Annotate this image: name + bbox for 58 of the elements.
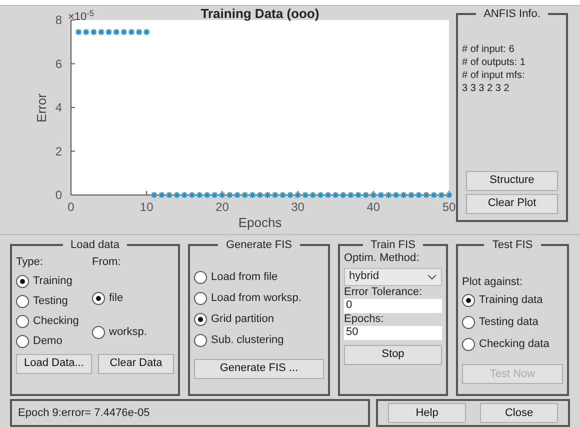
axis-label: Error [34,94,49,122]
chart-title: Training Data (ooo) [200,6,320,21]
radio-option[interactable]: worksp. [92,322,147,342]
tick-label: 4 [55,100,62,114]
info-text: # of input: 6 [462,42,516,56]
panel-button[interactable]: Structure [466,170,558,190]
radio-option[interactable]: Training [16,272,92,292]
info-text: 3 3 3 2 3 2 [462,82,510,94]
tick-label: 8 [55,13,62,27]
radio-option[interactable]: Demo [16,332,92,352]
stop-button[interactable]: Stop [344,344,442,364]
panel-title: Generate FIS [224,238,294,253]
tick-label: 50 [442,200,456,214]
tick-label: 10 [140,200,154,214]
axis-exponent: ×10$^{-5}$ [68,11,94,20]
data-button[interactable]: Clear Data [98,354,174,374]
dialog-button[interactable]: Close [480,403,558,423]
panel-button[interactable]: Clear Plot [466,194,558,214]
tolerance-label: Error Tolerance: [344,286,424,298]
radio-option[interactable]: file [92,288,124,308]
tick-label: 0 [68,200,74,214]
data-point [446,192,452,198]
info-text: # of outputs: 1 [462,56,526,68]
radio-option[interactable]: Checking data [462,334,563,354]
tick-label: 30 [291,200,304,214]
radio-option[interactable]: Testing [16,292,92,312]
radio-option[interactable]: Training data [462,290,563,310]
radio-option[interactable]: Grid partition [194,310,324,330]
axis-label: Epochs [238,215,282,230]
panel-title: Train FIS [370,238,416,253]
epochs-field[interactable]: 50 [344,326,442,340]
epochs-label: Epochs: [344,312,385,326]
data-point [257,192,263,198]
panel-title: Test FIS [491,238,534,253]
tick-label: 40 [366,200,380,214]
radio-option[interactable]: Sub. clustering [194,330,324,350]
radio-option[interactable]: Checking [16,312,92,332]
panel-title: Load data [70,238,120,253]
type-label: Type: [16,254,44,270]
method-label: Optim. Method: [344,252,420,264]
dialog-button[interactable]: Help [388,403,466,423]
radio-option[interactable]: Testing data [462,312,563,332]
status-bar: Epoch 9:error= 7.4476e-05 [10,399,370,427]
tolerance-field[interactable]: 0 [344,298,442,312]
tick-label: 0 [55,188,62,202]
chevron-down-icon [427,274,437,280]
tick-label: 20 [216,200,229,214]
data-button[interactable]: Load Data... [16,354,92,374]
plot-against-label: Plot against: [462,274,524,290]
method-dropdown[interactable]: hybrid [344,268,442,286]
tick-label: 6 [55,56,62,71]
radio-option[interactable]: Load from file [194,268,324,288]
generate-button[interactable]: Generate FIS ... [194,358,324,378]
tick-label: 2 [55,144,62,158]
radio-option[interactable]: Load from worksp. [194,288,324,308]
from-label: From: [92,254,122,270]
panel-title: ANFIS Info. [482,7,542,22]
info-text: # of input mfs: [462,68,526,82]
